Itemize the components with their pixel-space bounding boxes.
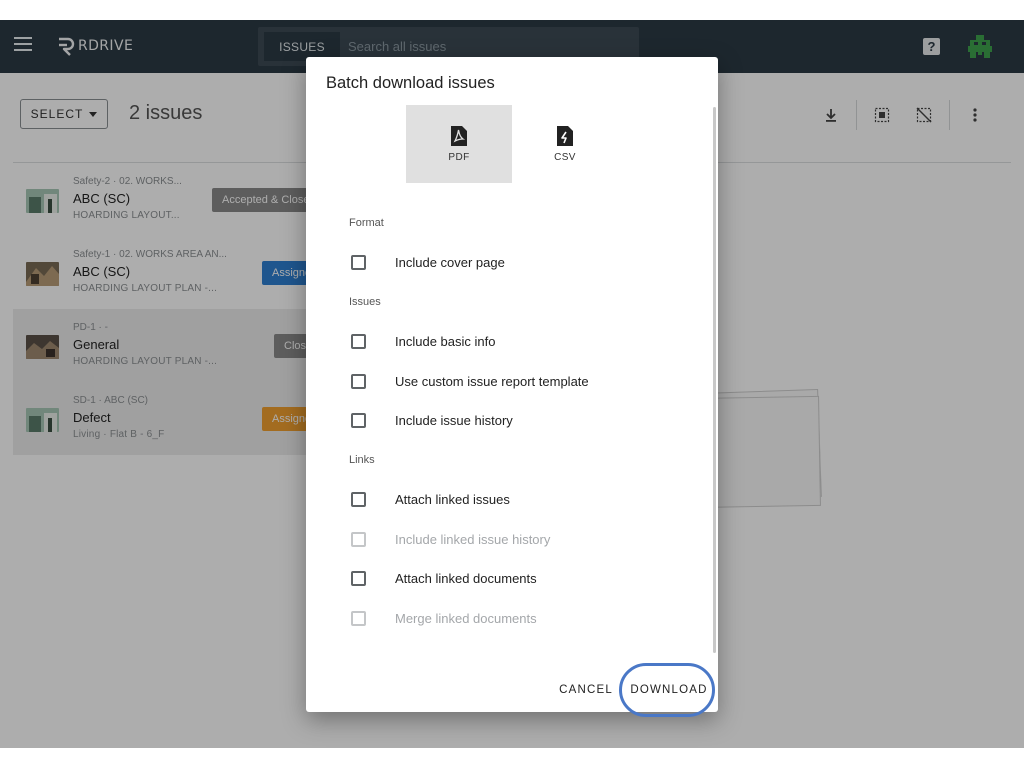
pdf-file-icon [451, 125, 467, 146]
format-label: CSV [554, 151, 576, 163]
checkbox-label: Merge linked documents [395, 610, 537, 626]
dialog-scrollbar[interactable] [713, 107, 716, 653]
csv-file-icon [557, 125, 573, 146]
checkbox-label: Include basic info [395, 333, 496, 349]
checkbox-box[interactable] [351, 333, 366, 349]
batch-download-dialog: Batch download issues PDF CSV Format Inc… [306, 57, 718, 717]
checkbox-label: Use custom issue report template [395, 373, 589, 389]
format-option-csv[interactable]: CSV [512, 105, 618, 183]
include-issue-history-checkbox[interactable]: Include issue history [351, 410, 513, 430]
format-option-pdf[interactable]: PDF [406, 105, 512, 183]
download-button[interactable]: DOWNLOAD [624, 677, 714, 703]
checkbox-box [351, 531, 366, 547]
dialog-actions: CANCEL DOWNLOAD [306, 663, 718, 717]
linked-issue-history-checkbox: Include linked issue history [351, 529, 550, 549]
checkbox-box[interactable] [351, 373, 366, 389]
checkbox-label: Attach linked documents [395, 570, 537, 586]
checkbox-box[interactable] [351, 570, 366, 586]
section-header-links: Links [349, 454, 375, 466]
cancel-button[interactable]: CANCEL [558, 677, 614, 703]
checkbox-label: Include linked issue history [395, 531, 551, 547]
checkbox-box[interactable] [351, 254, 366, 270]
attach-linked-issues-checkbox[interactable]: Attach linked issues [351, 489, 510, 509]
checkbox-label: Include cover page [395, 254, 505, 270]
checkbox-box[interactable] [351, 412, 366, 428]
dialog-title: Batch download issues [326, 74, 495, 92]
checkbox-label: Include issue history [395, 412, 513, 428]
checkbox-box [351, 610, 366, 626]
merge-linked-documents-checkbox: Merge linked documents [351, 608, 537, 628]
include-cover-page-checkbox[interactable]: Include cover page [351, 252, 505, 272]
format-label: PDF [448, 151, 470, 163]
section-header-issues: Issues [349, 296, 381, 308]
attach-linked-documents-checkbox[interactable]: Attach linked documents [351, 568, 537, 588]
section-header-format: Format [349, 217, 384, 229]
checkbox-label: Attach linked issues [395, 491, 510, 507]
app-window: RDRIVE ISSUES ? SELECT 2 issues [0, 20, 1024, 748]
checkbox-box[interactable] [351, 491, 366, 507]
include-basic-info-checkbox[interactable]: Include basic info [351, 331, 495, 351]
custom-report-template-checkbox[interactable]: Use custom issue report template [351, 371, 589, 391]
